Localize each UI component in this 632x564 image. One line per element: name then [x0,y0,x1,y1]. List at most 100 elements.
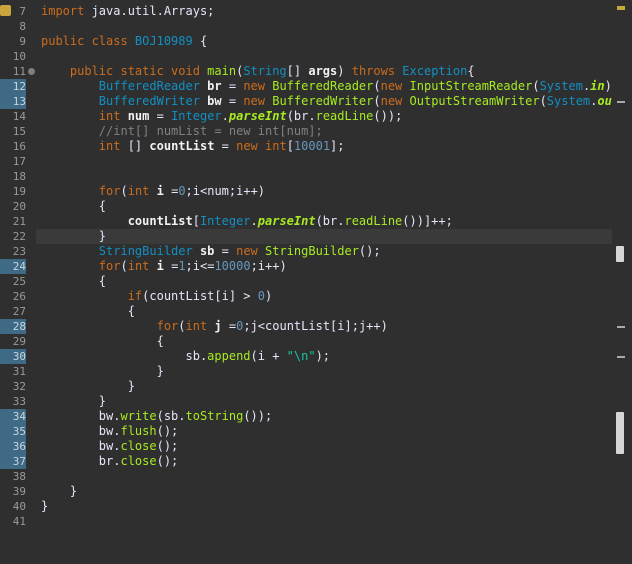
code-line[interactable]: 38 [0,469,632,484]
code-text: int num = Integer.parseInt(br.readLine()… [41,109,403,124]
code-token: close [120,454,157,468]
code-line[interactable]: 26 if(countList[i] > 0) [0,289,632,304]
code-token: main [207,64,237,78]
code-line[interactable]: 12 BufferedReader br = new BufferedReade… [0,79,632,94]
code-token: public static void [41,64,208,78]
line-number: 39 [12,485,26,498]
code-line[interactable]: 31 } [0,364,632,379]
code-line[interactable]: 41 [0,514,632,529]
code-token: } [41,484,78,498]
code-token: [] [286,64,309,78]
code-line[interactable]: 24 for(int i =1;i<=10000;i++) [0,259,632,274]
code-token: write [120,409,157,423]
code-line[interactable]: 34 bw.write(sb.toString()); [0,409,632,424]
code-line[interactable]: 13 BufferedWriter bw = new BufferedWrite… [0,94,632,109]
code-token: i [156,259,164,273]
code-line[interactable]: 8 [0,19,632,34]
code-token: = [221,319,237,333]
line-number: 35 [0,424,26,439]
code-token: ) [337,64,352,78]
line-number: 14 [12,110,26,123]
code-text: for(int i =1;i<=10000;i++) [41,259,287,274]
code-token: br. [41,454,121,468]
line-number: 28 [0,319,26,334]
line-number: 32 [12,380,26,393]
code-editor[interactable]: 7 import java.util.Arrays; 8 9 public class … [0,0,632,564]
code-token: new [236,244,265,258]
overview-ruler-marker[interactable] [617,356,625,358]
code-token: new [380,94,410,108]
code-token: ())]++; [402,214,453,228]
code-text: { [41,304,135,319]
code-line[interactable]: 28 for(int j =0;j<countList[i];j++) [0,319,632,334]
code-token: int [127,184,157,198]
overview-ruler-block[interactable] [616,412,624,454]
line-number: 25 [12,275,26,288]
code-line[interactable]: 7 import java.util.Arrays; [0,4,632,19]
warning-icon[interactable] [0,5,11,16]
overview-ruler-marker[interactable] [617,326,625,328]
code-token: ()); [243,409,273,423]
overview-ruler-marker[interactable] [617,101,625,103]
code-token: String [243,64,287,78]
code-token: i [156,184,164,198]
code-token: ;i<= [185,259,215,273]
code-token: ) [264,289,273,303]
code-line[interactable]: 16 int [] countList = new int[10001]; [0,139,632,154]
code-token: (i + [250,349,287,363]
code-token: { [467,64,475,78]
code-line[interactable]: 15 //int[] numList = new int[num]; [0,124,632,139]
line-number: 31 [12,365,26,378]
code-token: . [221,109,229,123]
code-line[interactable]: 9 public class BOJ10989 { [0,34,632,49]
code-line[interactable]: 25 { [0,274,632,289]
line-number: 20 [12,200,26,213]
code-token: ( [178,319,186,333]
code-text: sb.append(i + "\n"); [41,349,330,364]
code-line[interactable]: 37 br.close(); [0,454,632,469]
code-token: } [41,229,107,243]
code-token: = [221,79,244,93]
code-line[interactable]: 22 } [0,229,632,244]
line-number: 15 [12,125,26,138]
code-text: { [41,274,106,289]
code-line[interactable]: 10 [0,49,632,64]
code-token: num [127,109,150,123]
code-line[interactable]: 18 [0,169,632,184]
code-token: (); [156,439,179,453]
code-line[interactable]: 14 int num = Integer.parseInt(br.readLin… [0,109,632,124]
code-line[interactable]: 30 sb.append(i + "\n"); [0,349,632,364]
fold-toggle-icon[interactable] [28,68,35,75]
code-token: [ [286,139,294,153]
code-line[interactable]: 32 } [0,379,632,394]
code-line[interactable]: 19 for(int i =0;i<num;i++) [0,184,632,199]
code-line[interactable]: 17 [0,154,632,169]
code-line[interactable]: 27 { [0,304,632,319]
code-line[interactable]: 40} [0,499,632,514]
line-number: 11 [12,65,26,78]
code-token: (br. [286,109,316,123]
code-line[interactable]: 11 public static void main(String[] args… [0,64,632,79]
code-line[interactable]: 36 bw.close(); [0,439,632,454]
code-token: StringBuilder [41,244,200,258]
code-line[interactable]: 29 { [0,334,632,349]
code-token: br [207,79,222,93]
code-token: Integer [199,214,251,228]
code-token: ( [120,184,128,198]
code-token: 1 [178,259,186,273]
line-number: 13 [0,94,26,109]
code-token: ( [373,94,381,108]
code-line[interactable]: 23 StringBuilder sb = new StringBuilder(… [0,244,632,259]
code-token: 0 [257,289,265,303]
line-number: 34 [0,409,26,424]
code-line[interactable]: 39 } [0,484,632,499]
code-line[interactable]: 21 countList[Integer.parseInt(br.readLin… [0,214,632,229]
code-line[interactable]: 35 bw.flush(); [0,424,632,439]
code-token: append [207,349,251,363]
line-number: 19 [12,185,26,198]
overview-ruler-block[interactable] [616,246,624,262]
code-line[interactable]: 20 { [0,199,632,214]
code-text: StringBuilder sb = new StringBuilder(); [41,244,381,259]
code-line[interactable]: 33 } [0,394,632,409]
code-token: for [41,259,121,273]
